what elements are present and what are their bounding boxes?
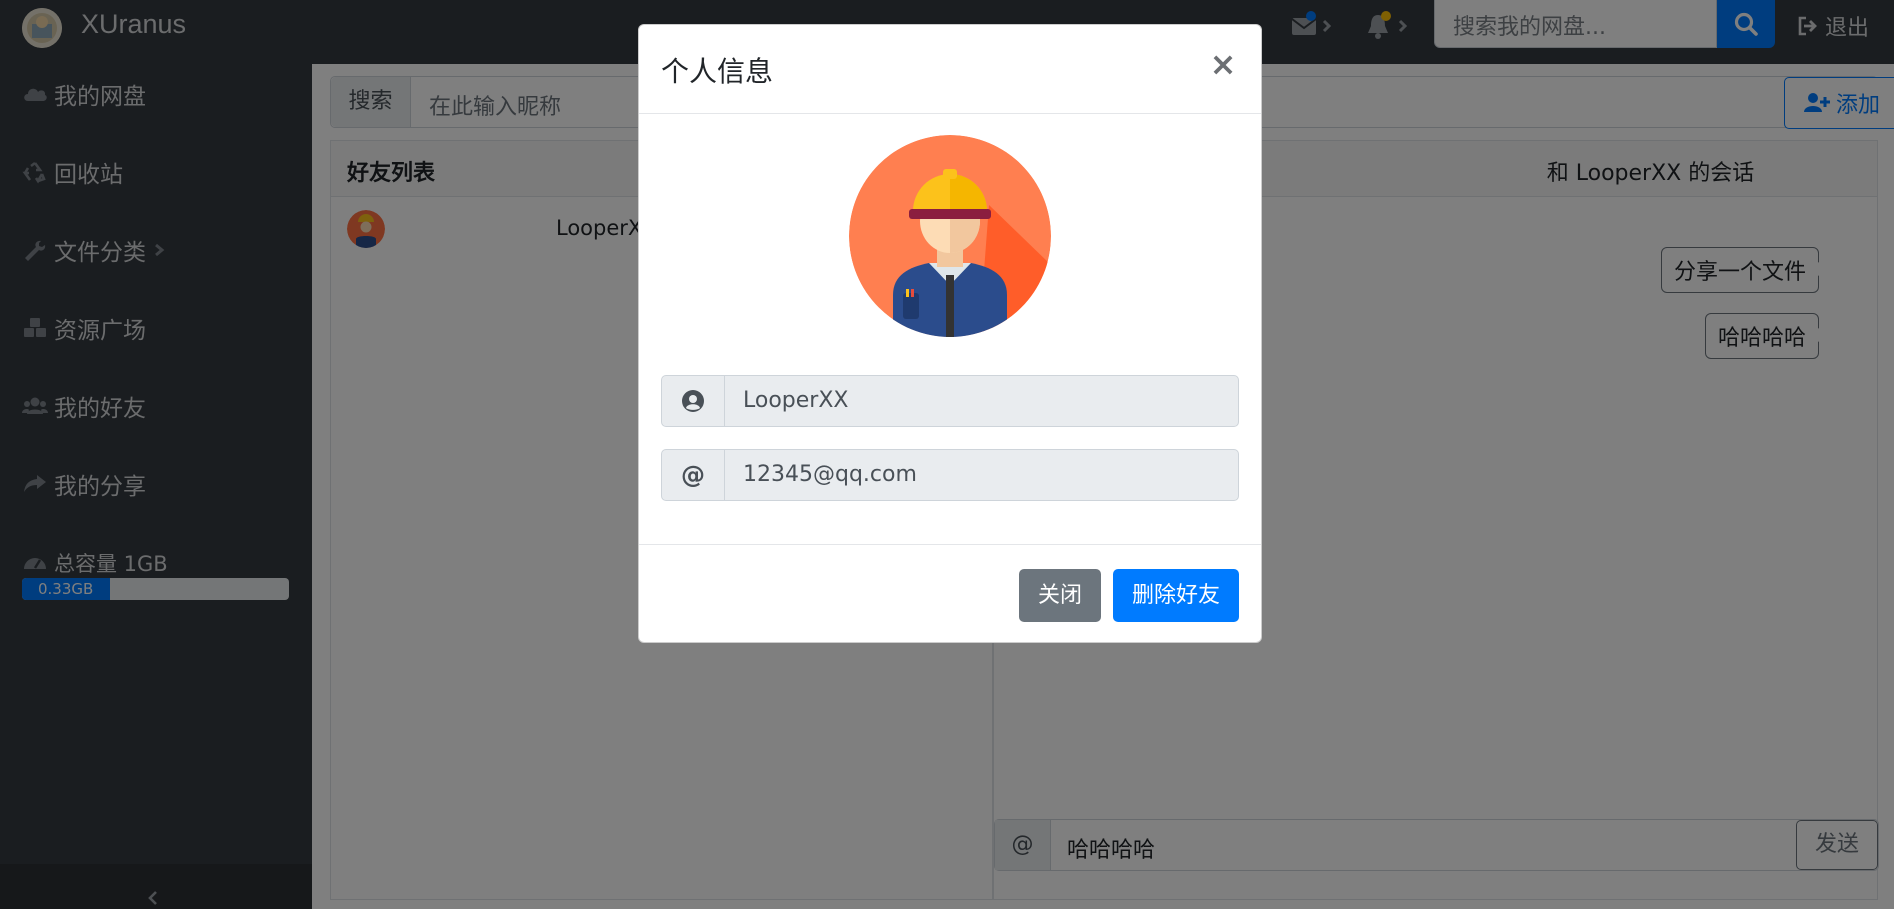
username-field: LooperXX bbox=[661, 375, 1239, 427]
profile-modal: 个人信息 × LooperXX @ 12345@qq.com 关闭 删除好友 bbox=[638, 24, 1262, 643]
modal-title: 个人信息 bbox=[661, 55, 774, 88]
email-at-icon: @ bbox=[662, 450, 725, 500]
delete-friend-button[interactable]: 删除好友 bbox=[1113, 569, 1239, 622]
modal-footer: 关闭 删除好友 bbox=[639, 544, 1261, 644]
user-circle-icon bbox=[682, 390, 704, 412]
friend-profile-avatar bbox=[849, 135, 1051, 337]
email-value: 12345@qq.com bbox=[743, 462, 917, 487]
modal-close-icon[interactable]: × bbox=[1207, 48, 1239, 81]
username-addon bbox=[662, 376, 725, 426]
email-field: @ 12345@qq.com bbox=[661, 449, 1239, 501]
username-value: LooperXX bbox=[743, 388, 849, 413]
modal-header: 个人信息 × bbox=[639, 25, 1261, 114]
close-button[interactable]: 关闭 bbox=[1019, 569, 1101, 622]
